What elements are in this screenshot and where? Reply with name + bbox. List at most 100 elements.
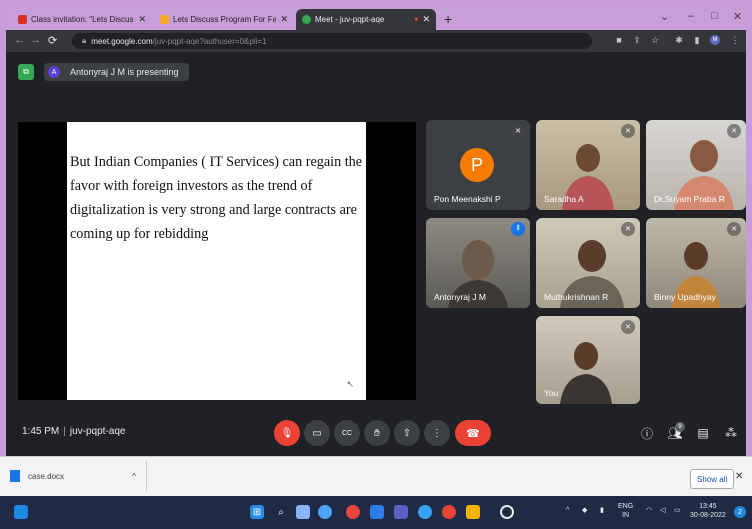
mic-muted-icon: ✕: [621, 124, 635, 138]
tab-strip: Class invitation: "Lets Discuss Pr ✕ Let…: [6, 6, 746, 30]
download-item[interactable]: case.docx ^: [10, 463, 142, 489]
word-file-icon: [10, 470, 20, 482]
people-button[interactable]: 👥︎ 9: [666, 422, 685, 442]
language-indicator[interactable]: ENG IN: [618, 502, 633, 520]
back-icon[interactable]: ←: [14, 34, 25, 46]
meeting-info: 1:45 PM | juv-pqpt-aqe: [22, 426, 126, 437]
mic-muted-icon: ✕: [727, 124, 741, 138]
layout-toggle-icon[interactable]: ⧉: [18, 64, 34, 80]
clock-date: 30-08-2022: [690, 512, 726, 519]
widgets-icon[interactable]: [14, 505, 28, 519]
classroom-icon: [160, 15, 169, 24]
show-all-button[interactable]: Show all: [690, 469, 735, 489]
wifi-icon[interactable]: ◠: [646, 506, 652, 515]
captions-icon: CC: [341, 429, 353, 437]
info-icon: ⓘ: [640, 426, 653, 441]
presenter-pill: A Antonyraj J M is presenting: [44, 63, 189, 81]
edge-icon[interactable]: [418, 505, 432, 519]
clock[interactable]: 13:45 30-08-2022: [690, 502, 726, 520]
profile-avatar[interactable]: M: [710, 35, 720, 45]
chrome-profile-icon[interactable]: [442, 505, 456, 519]
participant-tile[interactable]: ✕ Binny Upadhyay: [646, 218, 746, 308]
participant-tile-self[interactable]: ✕ You: [536, 316, 640, 404]
new-tab-icon[interactable]: +: [444, 11, 452, 27]
network-icon[interactable]: ◆: [582, 506, 587, 515]
chat-button[interactable]: ▤: [694, 424, 712, 442]
more-vert-icon: ⋮: [432, 427, 442, 439]
leave-call-button[interactable]: ☎︎: [455, 420, 491, 446]
chevron-up-icon[interactable]: ^: [132, 472, 136, 481]
present-icon: ⇧: [402, 427, 412, 439]
tab-meet[interactable]: Meet - juv-pqpt-aqe ● ✕: [296, 9, 436, 30]
file-explorer-icon[interactable]: [466, 505, 480, 519]
participant-tile[interactable]: P ✕ Pon Meenakshi P: [426, 120, 530, 210]
reload-icon[interactable]: ⟳: [48, 34, 57, 47]
participant-name: Antonyraj J M: [434, 292, 486, 302]
extensions-icon[interactable]: ✱: [674, 35, 684, 45]
window-close-icon[interactable]: ✕: [733, 10, 742, 23]
mic-muted-icon: ✕: [727, 222, 741, 236]
tab-lets-discuss[interactable]: Lets Discuss Program For Faculti ✕: [154, 9, 294, 30]
close-icon[interactable]: ✕: [280, 14, 288, 25]
meet-icon: [302, 15, 311, 24]
app-icon[interactable]: [500, 505, 514, 519]
slide-text: But Indian Companies ( IT Services) can …: [70, 154, 363, 242]
bookmark-star-icon[interactable]: ☆: [650, 35, 660, 45]
participant-count-badge: 9: [675, 422, 685, 432]
hand-icon: ✋︎: [374, 427, 380, 439]
chrome-icon[interactable]: [346, 505, 360, 519]
chat-app-icon[interactable]: [318, 505, 332, 519]
task-view-icon[interactable]: [296, 505, 310, 519]
close-icon[interactable]: ✕: [138, 14, 146, 25]
search-icon[interactable]: ⌕: [274, 505, 288, 519]
participant-name: Saradha A: [544, 194, 584, 204]
call-end-icon: ☎︎: [466, 427, 480, 440]
chat-icon: ▤: [697, 426, 709, 440]
chevron-down-icon[interactable]: ⌄: [660, 10, 669, 23]
raise-hand-button[interactable]: ✋︎: [364, 420, 390, 446]
participant-tile[interactable]: ✕ Dr.Suyam Praba R: [646, 120, 746, 210]
speaking-indicator-icon: ⦀: [511, 222, 525, 236]
minimize-icon[interactable]: –: [688, 10, 694, 22]
mic-toggle-button[interactable]: 🎙︎: [274, 420, 300, 446]
camera-indicator-icon[interactable]: ■: [614, 35, 624, 45]
forward-icon[interactable]: →: [30, 34, 41, 46]
participant-tile[interactable]: ✕ Muthukrishnan R: [536, 218, 640, 308]
participant-tile[interactable]: ✕ Saradha A: [536, 120, 640, 210]
mail-icon[interactable]: [370, 505, 384, 519]
volume-icon[interactable]: ◁: [660, 506, 665, 515]
start-icon[interactable]: ⊞: [250, 505, 264, 519]
maximize-icon[interactable]: □: [711, 10, 718, 22]
activities-button[interactable]: ⁂: [722, 424, 740, 442]
present-now-button[interactable]: ⇧: [394, 420, 420, 446]
language-code: ENG: [618, 503, 634, 510]
meeting-code: juv-pqpt-aqe: [69, 426, 126, 437]
share-icon[interactable]: ⇪: [632, 35, 642, 45]
activities-icon: ⁂: [725, 426, 737, 440]
divider: [146, 461, 147, 491]
address-bar: ← → ⟳ 🔒︎ meet.google.com /juv-pqpt-aqe?a…: [6, 30, 746, 52]
more-options-button[interactable]: ⋮: [424, 420, 450, 446]
presenter-avatar: A: [48, 66, 60, 78]
meet-stage: ⧉ A Antonyraj J M is presenting But Indi…: [6, 52, 746, 496]
videocam-icon: ▭: [312, 427, 322, 439]
more-vert-icon[interactable]: ⋮: [730, 35, 740, 45]
side-panel-icon[interactable]: ▮: [692, 35, 702, 45]
mic-muted-icon: ✕: [511, 124, 525, 138]
close-icon[interactable]: ✕: [735, 471, 743, 482]
lock-icon: 🔒︎: [82, 36, 87, 45]
url-path: /juv-pqpt-aqe?authuser=0&pli=1: [152, 36, 267, 46]
notification-icon[interactable]: 2: [734, 506, 746, 518]
battery-icon[interactable]: ▮: [600, 506, 604, 515]
camera-toggle-button[interactable]: ▭: [304, 420, 330, 446]
close-icon[interactable]: ✕: [422, 14, 430, 25]
captions-button[interactable]: CC: [334, 420, 360, 446]
tab-class-invitation[interactable]: Class invitation: "Lets Discuss Pr ✕: [12, 9, 152, 30]
power-icon[interactable]: ▭: [674, 506, 681, 515]
gmail-icon: [18, 15, 27, 24]
teams-icon[interactable]: [394, 505, 408, 519]
chevron-up-icon[interactable]: ^: [566, 506, 569, 515]
meeting-details-button[interactable]: ⓘ: [638, 424, 656, 442]
participant-tile-active-speaker[interactable]: ⦀ Antonyraj J M: [426, 218, 530, 308]
url-field[interactable]: 🔒︎ meet.google.com /juv-pqpt-aqe?authuse…: [72, 33, 592, 49]
